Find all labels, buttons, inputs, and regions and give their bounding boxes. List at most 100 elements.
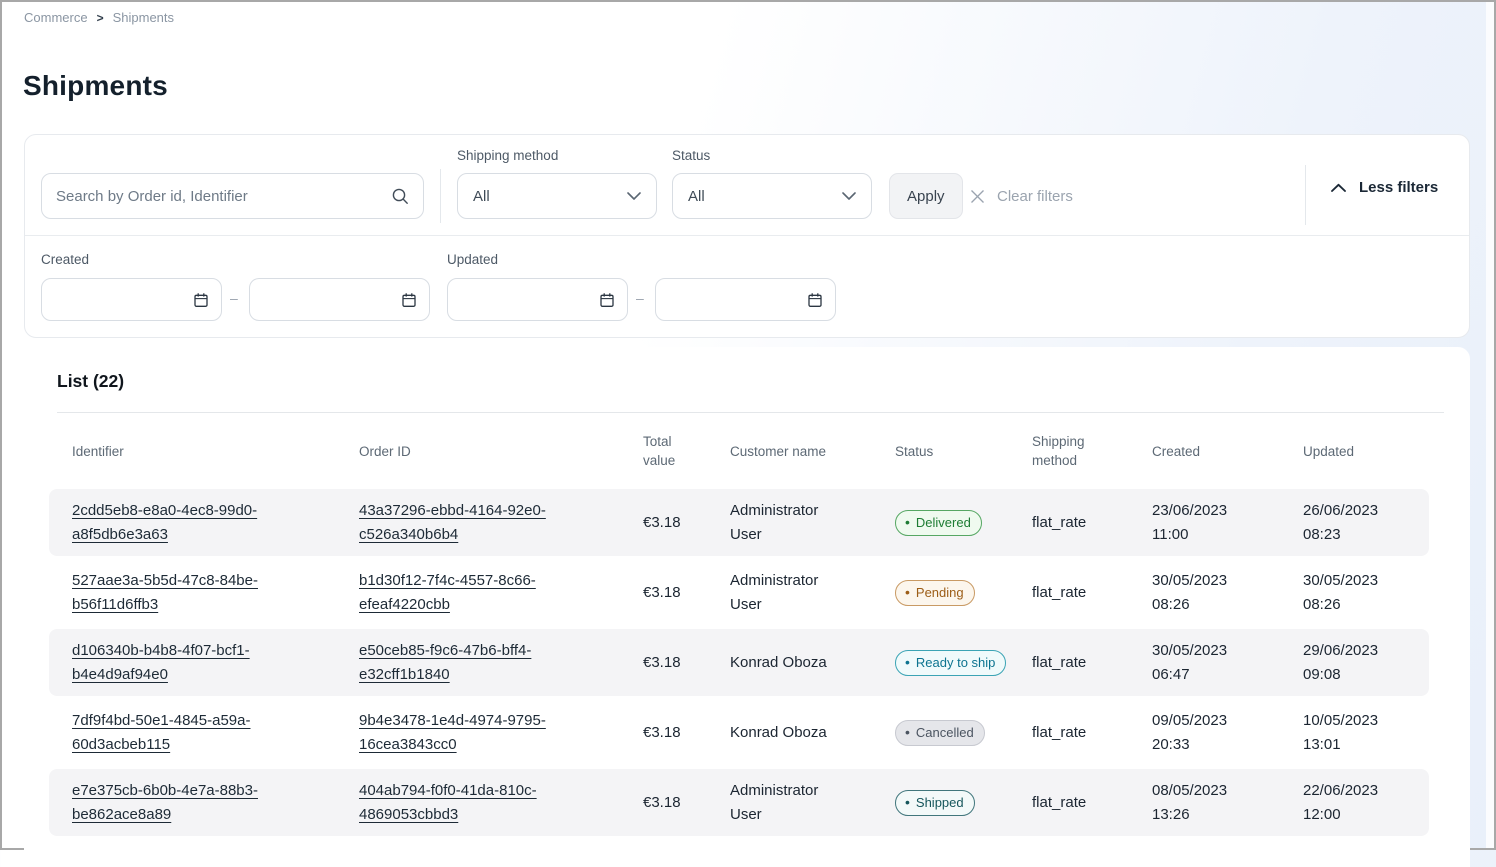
customer-name-cell: Konrad Oboza <box>730 721 895 745</box>
created-to-wrapper <box>249 278 430 321</box>
status-label: Delivered <box>916 514 971 531</box>
column-header-identifier: Identifier <box>72 442 359 461</box>
shipping-method-cell: flat_rate <box>1032 581 1152 605</box>
shipping-method-label: Shipping method <box>457 148 558 163</box>
customer-name-cell: Konrad Oboza <box>730 651 895 675</box>
status-cell: • Shipped <box>895 790 1032 816</box>
calendar-icon[interactable] <box>807 292 823 308</box>
order-id-cell: b1d30f12-7f4c-4557-8c66-efeaf4220cbb <box>359 569 643 617</box>
identifier-link[interactable]: 527aae3a-5b5d-47c8-84be-b56f11d6ffb3 <box>72 569 312 617</box>
updated-cell: 22/06/2023 12:00 <box>1303 779 1429 827</box>
updated-to-input[interactable] <box>677 292 807 308</box>
search-icon <box>391 187 409 205</box>
column-header-status: Status <box>895 442 1032 461</box>
breadcrumb-shipments: Shipments <box>113 10 174 25</box>
breadcrumb-commerce[interactable]: Commerce <box>24 10 88 25</box>
status-badge: • Shipped <box>895 790 975 816</box>
identifier-link[interactable]: e7e375cb-6b0b-4e7a-88b3-be862ace8a89 <box>72 779 312 827</box>
status-label: Pending <box>916 584 964 601</box>
identifier-link[interactable]: 7df9f4bd-50e1-4845-a59a-60d3acbeb115 <box>72 709 312 757</box>
calendar-icon[interactable] <box>401 292 417 308</box>
status-cell: • Delivered <box>895 510 1032 536</box>
column-header-total-value: Total value <box>643 432 730 470</box>
apply-button[interactable]: Apply <box>889 173 963 219</box>
shipments-page: { "breadcrumb": { "items": ["Commerce", … <box>0 0 1496 850</box>
shipping-method-value: All <box>473 188 490 205</box>
filters-row-primary: Shipping method All Status All Apply <box>25 135 1469 236</box>
list-title: List (22) <box>57 371 124 392</box>
shipping-method-cell: flat_rate <box>1032 651 1152 675</box>
updated-from-wrapper <box>447 278 628 321</box>
column-header-updated: Updated <box>1303 442 1429 461</box>
created-from-wrapper <box>41 278 222 321</box>
status-cell: • Pending <box>895 580 1032 606</box>
status-filter-label: Status <box>672 148 710 163</box>
column-header-shipping-method: Shipping method <box>1032 432 1152 470</box>
column-header-order-id: Order ID <box>359 442 643 461</box>
column-header-customer-name: Customer name <box>730 442 895 461</box>
status-dot-icon: • <box>905 517 910 527</box>
updated-to-wrapper <box>655 278 836 321</box>
created-filter-label: Created <box>41 252 89 267</box>
chevron-up-icon <box>1330 183 1347 193</box>
identifier-link[interactable]: d106340b-b4b8-4f07-bcf1-b4e4d9af94e0 <box>72 639 312 687</box>
status-dot-icon: • <box>905 657 910 667</box>
filters-row-dates: Created Updated – <box>25 236 1469 337</box>
chevron-down-icon <box>627 192 641 200</box>
total-value-cell: €3.18 <box>643 651 730 675</box>
order-id-link[interactable]: b1d30f12-7f4c-4557-8c66-efeaf4220cbb <box>359 569 599 617</box>
status-badge: • Delivered <box>895 510 982 536</box>
table-row: 2cdd5eb8-e8a0-4ec8-99d0-a8f5db6e3a63 43a… <box>49 489 1429 556</box>
identifier-cell: 7df9f4bd-50e1-4845-a59a-60d3acbeb115 <box>72 709 359 757</box>
shipments-list-panel: List (22) Identifier Order ID Total valu… <box>24 347 1470 867</box>
updated-filter-label: Updated <box>447 252 498 267</box>
table-row: 527aae3a-5b5d-47c8-84be-b56f11d6ffb3 b1d… <box>49 559 1429 626</box>
search-input[interactable] <box>56 188 391 205</box>
status-select[interactable]: All <box>672 173 872 219</box>
order-id-link[interactable]: 404ab794-f0f0-41da-810c-4869053cbbd3 <box>359 779 599 827</box>
order-id-link[interactable]: e50ceb85-f9c6-47b6-bff4-e32cff1b1840 <box>359 639 599 687</box>
status-dot-icon: • <box>905 797 910 807</box>
customer-name-cell: Administrator User <box>730 499 895 547</box>
order-id-link[interactable]: 9b4e3478-1e4d-4974-9795-16cea3843cc0 <box>359 709 599 757</box>
breadcrumb: Commerce > Shipments <box>24 10 174 25</box>
filters-panel: Shipping method All Status All Apply <box>24 134 1470 338</box>
clear-filters-button[interactable]: Clear filters <box>969 173 1073 219</box>
status-cell: • Cancelled <box>895 720 1032 746</box>
shipping-method-select[interactable]: All <box>457 173 657 219</box>
page-title: Shipments <box>23 70 168 102</box>
status-label: Cancelled <box>916 724 974 741</box>
status-label: Ready to ship <box>916 654 996 671</box>
customer-name-cell: Administrator User <box>730 569 895 617</box>
less-filters-label: Less filters <box>1359 179 1438 196</box>
updated-from-input[interactable] <box>469 292 599 308</box>
filter-divider <box>440 169 441 223</box>
created-cell: 09/05/2023 20:33 <box>1152 709 1303 757</box>
date-range-dash: – <box>636 290 644 306</box>
created-cell: 23/06/2023 11:00 <box>1152 499 1303 547</box>
identifier-cell: e7e375cb-6b0b-4e7a-88b3-be862ace8a89 <box>72 779 359 827</box>
created-from-input[interactable] <box>63 292 193 308</box>
status-cell: • Ready to ship <box>895 650 1032 676</box>
clear-filters-label: Clear filters <box>997 188 1073 205</box>
less-filters-toggle[interactable]: Less filters <box>1330 179 1438 196</box>
updated-cell: 30/05/2023 08:26 <box>1303 569 1429 617</box>
identifier-cell: 2cdd5eb8-e8a0-4ec8-99d0-a8f5db6e3a63 <box>72 499 359 547</box>
date-range-dash: – <box>230 290 238 306</box>
calendar-icon[interactable] <box>599 292 615 308</box>
total-value-cell: €3.18 <box>643 721 730 745</box>
order-id-link[interactable]: 43a37296-ebbd-4164-92e0-c526a340b6b4 <box>359 499 599 547</box>
breadcrumb-separator-icon: > <box>97 11 104 25</box>
status-dot-icon: • <box>905 727 910 737</box>
table-row: d106340b-b4b8-4f07-bcf1-b4e4d9af94e0 e50… <box>49 629 1429 696</box>
identifier-link[interactable]: 2cdd5eb8-e8a0-4ec8-99d0-a8f5db6e3a63 <box>72 499 312 547</box>
updated-cell: 10/05/2023 13:01 <box>1303 709 1429 757</box>
created-to-input[interactable] <box>271 292 401 308</box>
created-cell: 30/05/2023 08:26 <box>1152 569 1303 617</box>
identifier-cell: d106340b-b4b8-4f07-bcf1-b4e4d9af94e0 <box>72 639 359 687</box>
calendar-icon[interactable] <box>193 292 209 308</box>
table-header-row: Identifier Order ID Total value Customer… <box>49 413 1429 489</box>
scrollbar-track[interactable] <box>1486 2 1494 848</box>
clear-x-icon <box>969 188 986 205</box>
order-id-cell: 9b4e3478-1e4d-4974-9795-16cea3843cc0 <box>359 709 643 757</box>
